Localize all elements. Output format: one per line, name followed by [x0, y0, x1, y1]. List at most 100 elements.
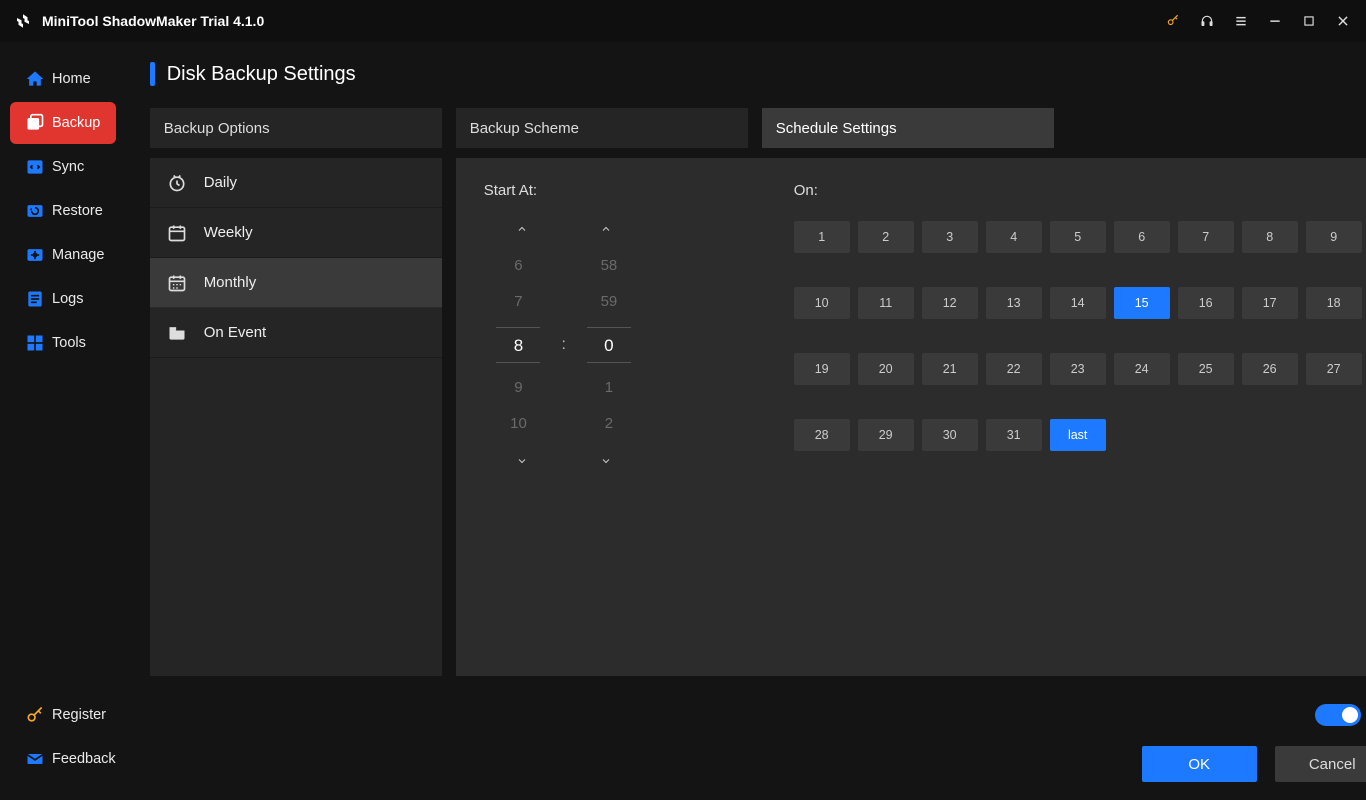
dialog-footer: On OK Cancel [150, 676, 1366, 782]
window-maximize-button[interactable] [1300, 12, 1318, 30]
sidebar-item-label: Restore [52, 203, 103, 219]
day-9[interactable]: 9 [1306, 221, 1362, 253]
day-11[interactable]: 11 [858, 287, 914, 319]
day-10[interactable]: 10 [794, 287, 850, 319]
days-row-1: 123456789 [794, 221, 1362, 253]
day-17[interactable]: 17 [1242, 287, 1298, 319]
day-26[interactable]: 26 [1242, 353, 1298, 385]
period-monthly[interactable]: Monthly [150, 258, 442, 308]
minute-wheel[interactable]: 58 59 0 1 2 [584, 255, 634, 435]
day-24[interactable]: 24 [1114, 353, 1170, 385]
sidebar-item-label: Tools [52, 335, 86, 351]
day-2[interactable]: 2 [858, 221, 914, 253]
sidebar-item-label: Feedback [52, 751, 116, 767]
restore-icon [24, 200, 46, 222]
period-daily[interactable]: Daily [150, 158, 442, 208]
days-row-3: 192021222324252627 [794, 353, 1362, 385]
hour-down-button[interactable] [508, 449, 536, 473]
day-30[interactable]: 30 [922, 419, 978, 451]
day-grid-block: On: 123456789 101112131415161718 1920212… [794, 182, 1362, 451]
period-weekly[interactable]: Weekly [150, 208, 442, 258]
hour-up-button[interactable] [508, 217, 536, 241]
sidebar: Home Backup Sync Restore Manage Logs [0, 42, 126, 800]
minute-down-button[interactable] [592, 449, 620, 473]
start-at-block: Start At: 6 7 8 9 [484, 182, 644, 473]
sidebar-item-label: Sync [52, 159, 84, 175]
tab-backup-options[interactable]: Backup Options [150, 108, 442, 148]
ok-button[interactable]: OK [1142, 746, 1257, 782]
page-title-text: Disk Backup Settings [167, 63, 356, 86]
day-29[interactable]: 29 [858, 419, 914, 451]
day-3[interactable]: 3 [922, 221, 978, 253]
period-onevent[interactable]: On Event [150, 308, 442, 358]
window-close-button[interactable] [1334, 12, 1352, 30]
day-4[interactable]: 4 [986, 221, 1042, 253]
headset-icon[interactable] [1198, 12, 1216, 30]
sidebar-item-label: Manage [52, 247, 104, 263]
sidebar-item-register[interactable]: Register [10, 694, 116, 736]
content-area: Disk Backup Settings Backup Options Back… [126, 42, 1366, 800]
sidebar-item-tools[interactable]: Tools [10, 322, 116, 364]
mail-icon [24, 748, 46, 770]
manage-icon [24, 244, 46, 266]
day-last[interactable]: last [1050, 419, 1106, 451]
schedule-panel: Start At: 6 7 8 9 [456, 158, 1366, 676]
day-7[interactable]: 7 [1178, 221, 1234, 253]
sidebar-item-label: Register [52, 707, 106, 723]
menu-icon[interactable] [1232, 12, 1250, 30]
minute-up-button[interactable] [592, 217, 620, 241]
period-label: Daily [204, 174, 237, 191]
calendar-week-icon [166, 222, 188, 244]
day-6[interactable]: 6 [1114, 221, 1170, 253]
day-28[interactable]: 28 [794, 419, 850, 451]
key-icon [24, 704, 46, 726]
on-label: On: [794, 182, 1362, 199]
days-row-4: 28293031last [794, 419, 1362, 451]
day-25[interactable]: 25 [1178, 353, 1234, 385]
sidebar-item-backup[interactable]: Backup [10, 102, 116, 144]
day-15[interactable]: 15 [1114, 287, 1170, 319]
clock-icon [166, 172, 188, 194]
backup-icon [24, 112, 46, 134]
sidebar-item-manage[interactable]: Manage [10, 234, 116, 276]
app-title: MiniTool ShadowMaker Trial 4.1.0 [42, 13, 264, 29]
hour-wheel[interactable]: 6 7 8 9 10 [493, 255, 543, 435]
window-minimize-button[interactable] [1266, 12, 1284, 30]
key-icon[interactable] [1164, 12, 1182, 30]
cancel-button[interactable]: Cancel [1275, 746, 1366, 782]
sidebar-item-label: Home [52, 71, 91, 87]
tab-backup-scheme[interactable]: Backup Scheme [456, 108, 748, 148]
period-label: On Event [204, 324, 267, 341]
day-31[interactable]: 31 [986, 419, 1042, 451]
day-27[interactable]: 27 [1306, 353, 1362, 385]
day-23[interactable]: 23 [1050, 353, 1106, 385]
day-14[interactable]: 14 [1050, 287, 1106, 319]
sidebar-item-sync[interactable]: Sync [10, 146, 116, 188]
titlebar: MiniTool ShadowMaker Trial 4.1.0 [0, 0, 1366, 42]
schedule-toggle[interactable] [1315, 704, 1361, 726]
sidebar-item-restore[interactable]: Restore [10, 190, 116, 232]
day-8[interactable]: 8 [1242, 221, 1298, 253]
day-12[interactable]: 12 [922, 287, 978, 319]
day-21[interactable]: 21 [922, 353, 978, 385]
day-16[interactable]: 16 [1178, 287, 1234, 319]
day-20[interactable]: 20 [858, 353, 914, 385]
day-22[interactable]: 22 [986, 353, 1042, 385]
day-5[interactable]: 5 [1050, 221, 1106, 253]
home-icon [24, 68, 46, 90]
page-title: Disk Backup Settings [150, 62, 1366, 86]
sync-icon [24, 156, 46, 178]
day-18[interactable]: 18 [1306, 287, 1362, 319]
day-19[interactable]: 19 [794, 353, 850, 385]
sidebar-item-logs[interactable]: Logs [10, 278, 116, 320]
time-colon: : [561, 336, 565, 354]
day-13[interactable]: 13 [986, 287, 1042, 319]
sidebar-item-home[interactable]: Home [10, 58, 116, 100]
sidebar-item-feedback[interactable]: Feedback [10, 738, 116, 780]
time-spinner: 6 7 8 9 10 : 58 59 0 [484, 217, 644, 473]
day-1[interactable]: 1 [794, 221, 850, 253]
period-label: Monthly [204, 274, 257, 291]
logs-icon [24, 288, 46, 310]
period-label: Weekly [204, 224, 253, 241]
tab-schedule-settings[interactable]: Schedule Settings [762, 108, 1054, 148]
